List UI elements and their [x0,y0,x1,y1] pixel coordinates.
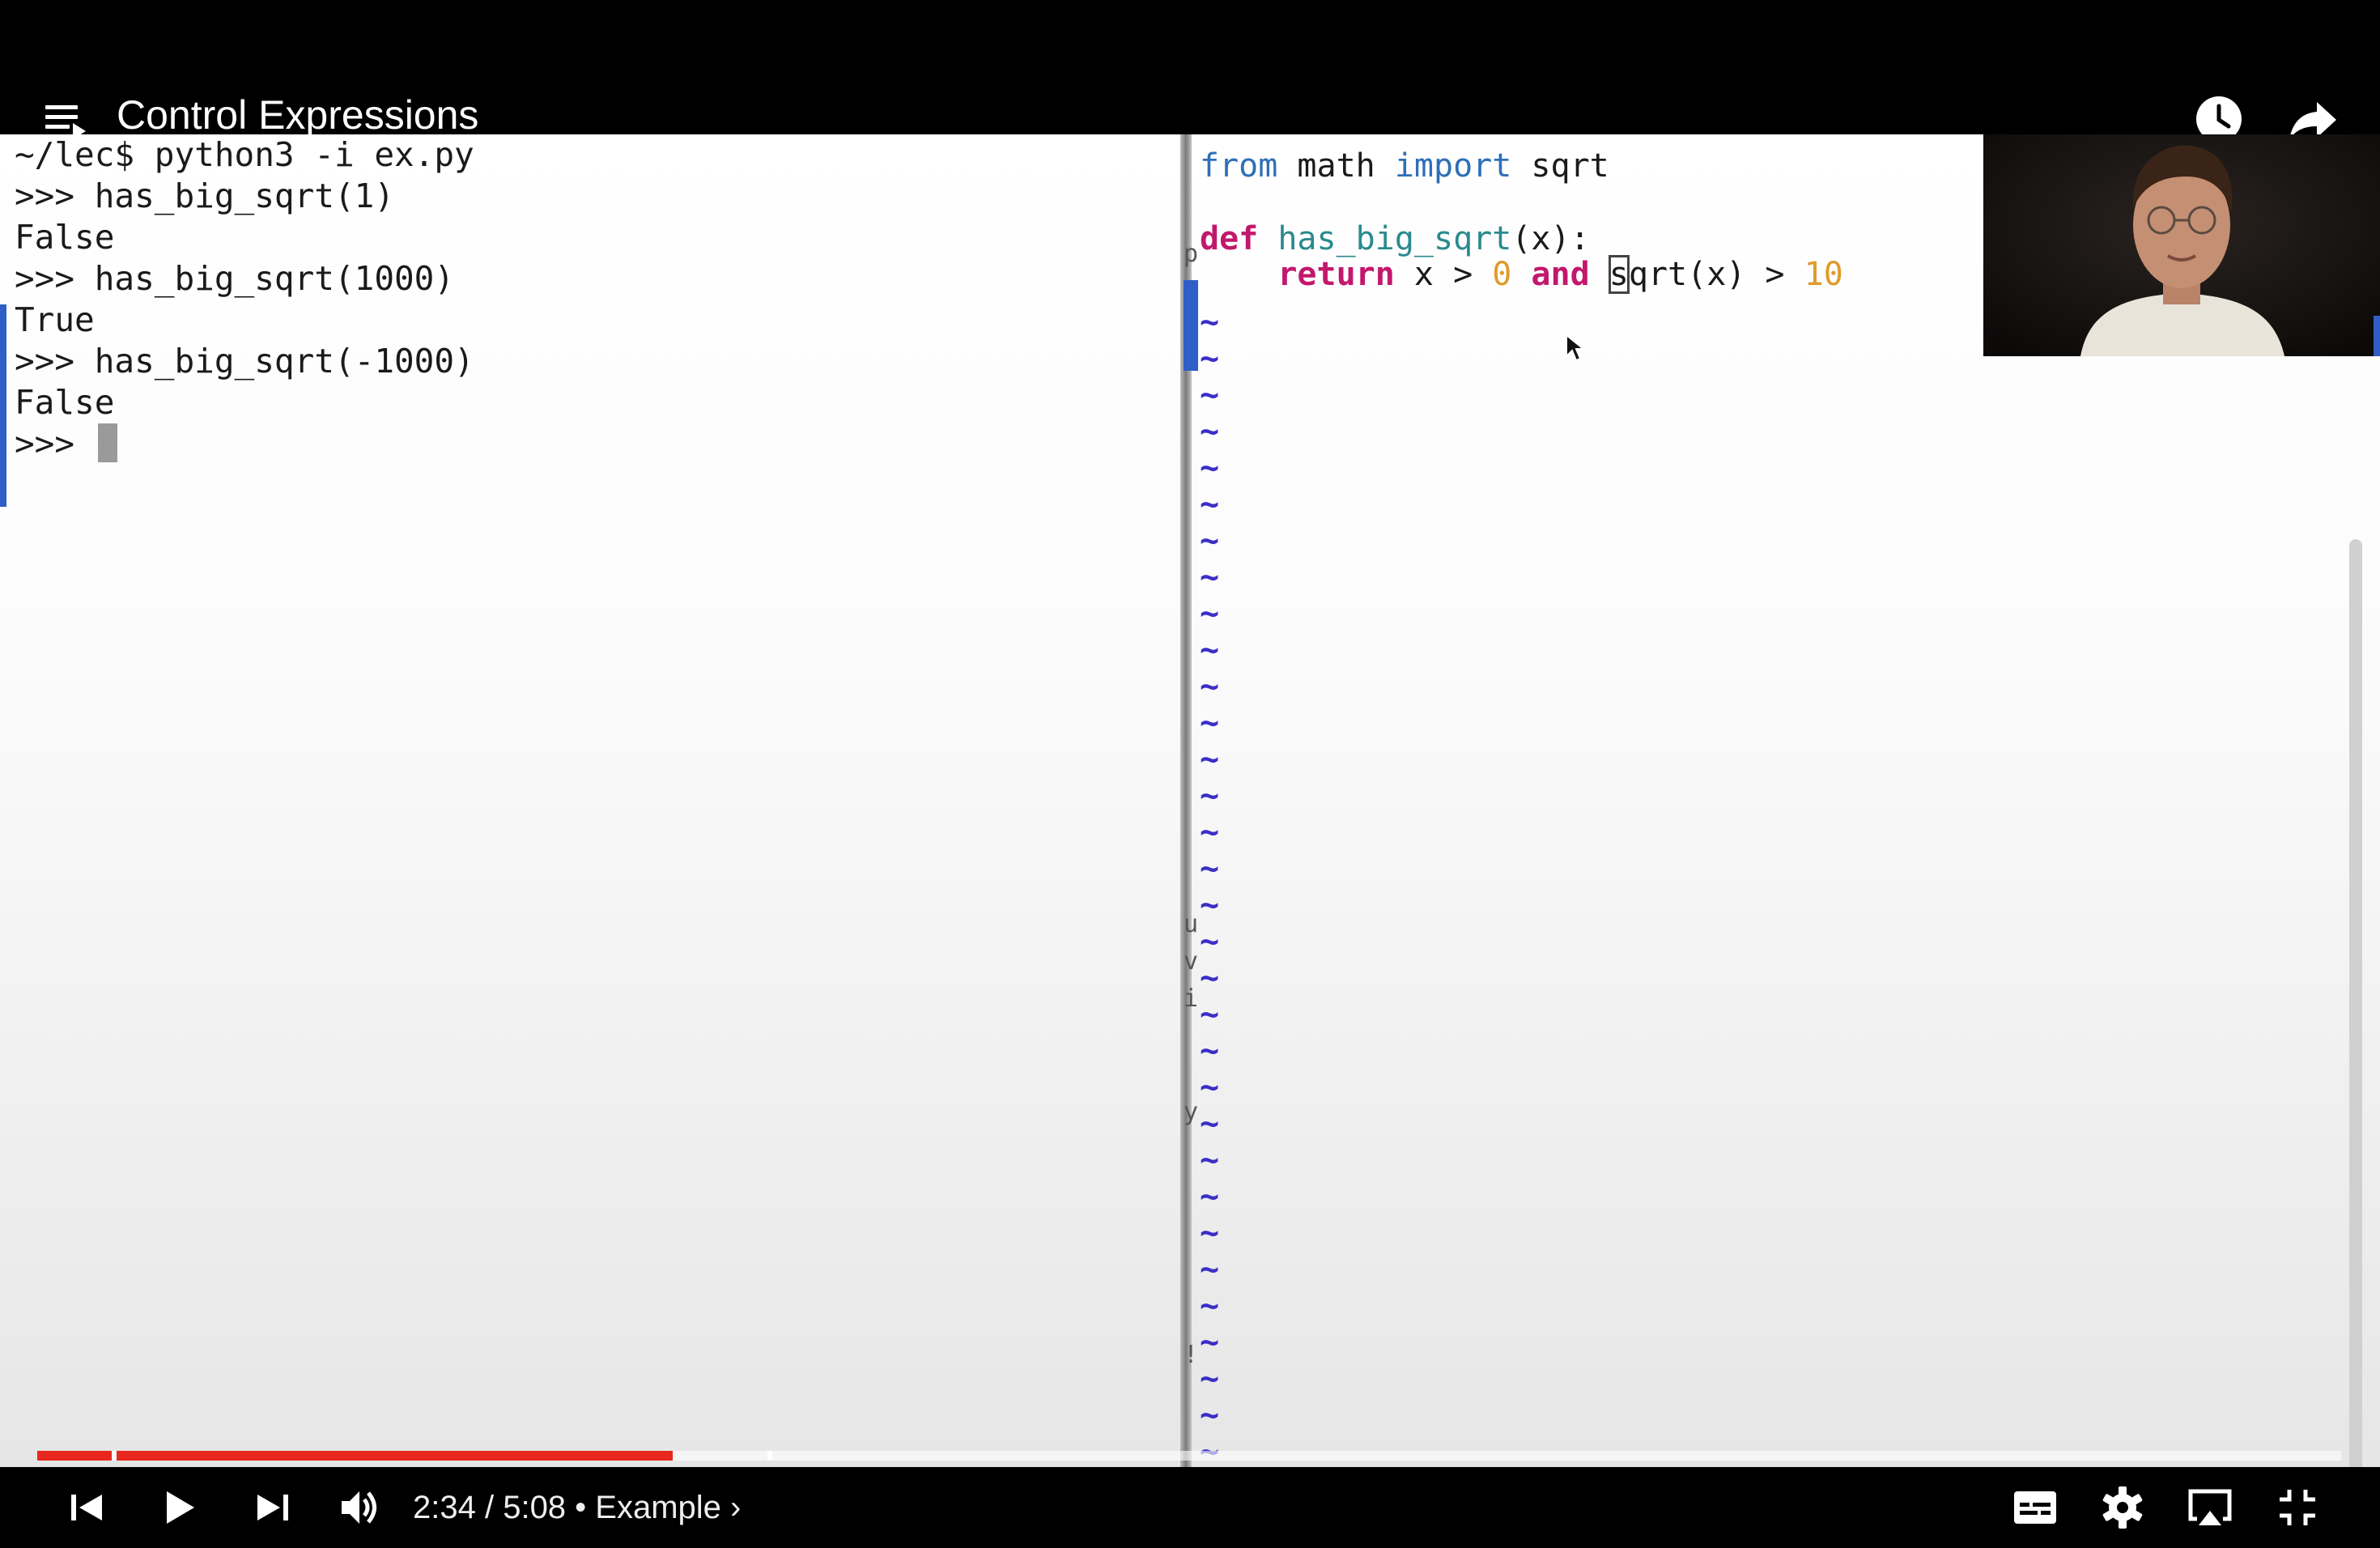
keyword-import: import [1394,147,1512,185]
terminal-line: >>> has_big_sqrt(1000) [15,259,455,298]
tilde-marker: ~ [1200,340,1220,377]
tilde-marker: ~ [1200,1032,1220,1070]
expr-part: x > [1394,256,1493,293]
skip-next-icon[interactable] [248,1483,296,1532]
top-bar: Control Expressions [0,0,2380,142]
code-line-4: return x > 0 and sqrt(x) > 10 [1200,254,1843,295]
tilde-marker: ~ [1200,777,1220,814]
subtitles-icon[interactable] [2011,1483,2059,1532]
webcam-overlay [1983,134,2380,356]
code-line-3: def has_big_sqrt(x): [1200,219,1590,259]
tilde-marker: ~ [1200,887,1220,924]
chapter-title: Example [595,1490,721,1525]
keyword-def: def [1200,220,1259,257]
tilde-marker: ~ [1200,595,1220,632]
tilde-marker: ~ [1200,1397,1220,1434]
gear-icon[interactable] [2098,1483,2147,1532]
tilde-marker: ~ [1200,814,1220,851]
video-frame[interactable]: ~/lec$ python3 -i ex.py >>> has_big_sqrt… [0,134,2380,1467]
tilde-marker: ~ [1200,923,1220,960]
keyword-and: and [1511,256,1609,293]
chapter-link[interactable]: Example › [595,1490,741,1525]
tilde-marker: ~ [1200,959,1220,997]
airplay-icon[interactable] [2186,1483,2234,1532]
tilde-marker: ~ [1200,1214,1220,1252]
tilde-marker: ~ [1200,850,1220,887]
terminal-cursor [97,423,117,462]
tilde-marker: ~ [1200,1324,1220,1361]
time-separator: / [475,1490,504,1525]
module-name: math [1277,147,1395,185]
function-params: (x): [1511,220,1590,257]
tilde-marker: ~ [1200,996,1220,1033]
code-line-1: from math import sqrt [1200,146,1609,186]
number-literal: 10 [1804,256,1843,293]
terminal-prompt-line: >>> [15,423,117,465]
exit-fullscreen-icon[interactable] [2273,1483,2322,1532]
terminal-line: False [15,218,115,257]
terminal-edge-marker [0,304,6,507]
progress-played [37,1451,673,1461]
tilde-marker: ~ [1200,1142,1220,1179]
chapter-separator: • [566,1490,596,1525]
tilde-marker: ~ [1200,376,1220,414]
tilde-marker: ~ [1200,413,1220,450]
volume-icon[interactable] [335,1483,384,1532]
terminal-prompt: >>> [15,424,95,463]
editor-cursor: s [1608,255,1630,294]
keyword-from: from [1200,147,1278,185]
tilde-marker: ~ [1200,741,1220,778]
tilde-marker: ~ [1200,522,1220,559]
tilde-marker: ~ [1200,668,1220,705]
tilde-marker: ~ [1200,1105,1220,1142]
terminal-line: True [15,300,95,339]
tilde-marker: ~ [1200,559,1220,596]
presenter-image [1983,134,2380,356]
terminal-line: >>> has_big_sqrt(1) [15,176,394,215]
chapter-marker [112,1451,117,1461]
terminal-line: >>> has_big_sqrt(-1000) [15,342,474,381]
terminal-line: False [15,383,115,422]
tilde-marker: ~ [1200,632,1220,669]
time-total: 5:08 [503,1490,567,1525]
terminal-line: ~/lec$ python3 -i ex.py [15,135,474,174]
tilde-marker: ~ [1200,1069,1220,1106]
skip-previous-icon[interactable] [63,1483,112,1532]
tilde-marker: ~ [1200,449,1220,487]
time-display: 2:34 / 5:08 • Example › [413,1485,741,1530]
mouse-pointer-icon [1566,334,1586,362]
scrollbar-thumb[interactable] [2349,539,2362,1467]
play-icon[interactable] [155,1483,204,1532]
import-name: sqrt [1511,147,1609,185]
progress-bar[interactable] [37,1451,2341,1461]
tilde-marker: ~ [1200,1178,1220,1215]
tilde-marker: ~ [1200,486,1220,523]
chevron-right-icon: › [730,1490,742,1525]
keyword-return: return [1277,256,1395,293]
chapter-marker [767,1451,772,1461]
player-controls: 2:34 / 5:08 • Example › [0,1467,2380,1548]
terminal-pane: ~/lec$ python3 -i ex.py >>> has_big_sqrt… [6,134,1177,1467]
tilde-marker: ~ [1200,1360,1220,1397]
tilde-marker: ~ [1200,1251,1220,1288]
tilde-marker: ~ [1200,1287,1220,1325]
expr-part: qrt(x) > [1628,256,1804,293]
function-name: has_big_sqrt [1258,220,1512,257]
tilde-marker: ~ [1200,704,1220,742]
time-current: 2:34 [413,1490,476,1525]
tilde-marker: ~ [1200,304,1220,341]
number-literal: 0 [1492,256,1512,293]
